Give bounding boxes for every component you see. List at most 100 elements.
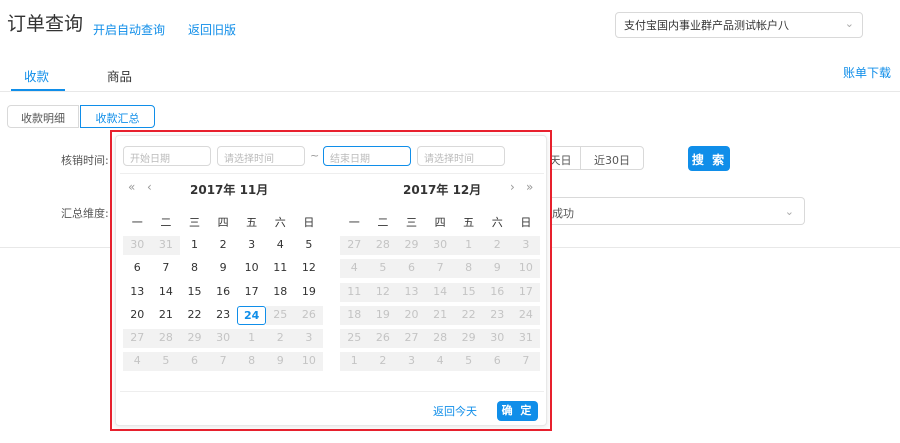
- calendar-day: 20: [397, 305, 426, 325]
- calendar-day[interactable]: 16: [209, 283, 238, 302]
- segment-collection-detail[interactable]: 收款明细: [7, 105, 79, 128]
- calendar-day: 5: [151, 352, 181, 372]
- start-time-input[interactable]: 请选择时间: [217, 146, 305, 166]
- prev-year-icon[interactable]: «: [128, 180, 135, 194]
- calendar-day[interactable]: 19: [295, 283, 324, 302]
- prev-month-icon[interactable]: ‹: [147, 180, 152, 194]
- calendar-day[interactable]: 5: [295, 236, 324, 255]
- calendar-day[interactable]: 12: [295, 259, 324, 278]
- page-title: 订单查询: [7, 13, 84, 35]
- calendar-day: 2: [482, 236, 512, 256]
- calendar-day: 1: [454, 236, 483, 256]
- weekday-header: 一: [348, 216, 360, 229]
- calendar-day[interactable]: 7: [152, 259, 181, 278]
- calendar-day: 16: [482, 282, 512, 302]
- summary-dim-value: 成功: [552, 207, 574, 220]
- calendar-day[interactable]: 13: [123, 283, 152, 302]
- tab-goods[interactable]: 商品: [107, 66, 132, 85]
- calendar-day: 23: [482, 305, 512, 325]
- calendar-day: 22: [454, 305, 483, 325]
- calendar-day: 8: [237, 352, 266, 372]
- calendar-day[interactable]: 18: [266, 283, 295, 302]
- picker-footer-divider: [120, 391, 544, 392]
- end-time-input[interactable]: 请选择时间: [417, 146, 505, 166]
- end-date-input[interactable]: 结束日期: [323, 146, 411, 166]
- calendar-day[interactable]: 6: [123, 259, 152, 278]
- back-to-today-link[interactable]: 返回今天: [433, 403, 477, 419]
- start-date-input[interactable]: 开始日期: [123, 146, 211, 166]
- weekday-header: 四: [434, 216, 446, 229]
- calendar-day[interactable]: 9: [209, 259, 238, 278]
- date-range-picker: 开始日期 请选择时间 ~ 结束日期 请选择时间 « ‹ 2017年 11月 20…: [115, 135, 547, 426]
- calendar-day: 28: [151, 328, 181, 348]
- next-year-icon[interactable]: »: [526, 180, 533, 194]
- calendar-day: 28: [425, 328, 455, 348]
- weekday-header: 五: [246, 216, 258, 229]
- calendar-day: 4: [340, 259, 369, 279]
- account-select[interactable]: 支付宝国内事业群产品测试帐户八 ⌄: [615, 12, 863, 38]
- bill-download-link[interactable]: 账单下载: [843, 64, 891, 81]
- old-version-link[interactable]: 返回旧版: [188, 21, 236, 38]
- calendar-day: 2: [368, 352, 398, 372]
- right-month-title[interactable]: 2017年 12月: [403, 181, 481, 198]
- right-month-grid: 一二三四五六日 27 28 29 30 1 2 3 4 5 6 7 8 9 10 11 12 13 14 15 16 17…: [340, 211, 541, 373]
- calendar-day: 13: [397, 282, 426, 302]
- weekday-header: 三: [405, 216, 417, 229]
- calendar-day: 30: [425, 236, 455, 256]
- calendar-day: 25: [265, 305, 295, 325]
- calendar-day[interactable]: 14: [152, 283, 181, 302]
- calendar-day: 26: [294, 305, 324, 325]
- search-button[interactable]: 搜 索: [688, 146, 730, 171]
- verify-time-label: 核销时间:: [61, 154, 109, 167]
- calendar-day: 4: [425, 352, 455, 372]
- calendar-day: 4: [123, 352, 152, 372]
- calendar-day[interactable]: 17: [237, 283, 266, 302]
- calendar-day[interactable]: 8: [180, 259, 209, 278]
- calendar-day: 15: [454, 282, 483, 302]
- calendar-day: 25: [340, 328, 369, 348]
- calendar-day: 6: [180, 352, 209, 372]
- picker-header-divider: [120, 173, 544, 174]
- calendar-day[interactable]: 2: [209, 236, 238, 255]
- calendar-day: 6: [482, 352, 512, 372]
- calendar-day[interactable]: 4: [266, 236, 295, 255]
- calendar-day[interactable]: 21: [152, 306, 181, 325]
- summary-dim-select[interactable]: 成功 ⌄: [546, 197, 805, 225]
- auto-query-link[interactable]: 开启自动查询: [93, 21, 165, 38]
- weekday-header: 六: [491, 216, 503, 229]
- calendar-day[interactable]: 20: [123, 306, 152, 325]
- next-month-icon[interactable]: ›: [510, 180, 515, 194]
- left-month-grid: 一二三四五六日 30 31 1 2 3 4 5 6 7 8 9 10 11 12 13 14 15 16 17 18 19…: [123, 211, 324, 373]
- weekday-header: 二: [377, 216, 389, 229]
- calendar-day[interactable]: 22: [180, 306, 209, 325]
- quick-30-days-button[interactable]: 近30日: [580, 146, 644, 170]
- calendar-day: 6: [397, 259, 426, 279]
- calendar-day: 2: [265, 328, 295, 348]
- calendar-day[interactable]: 3: [237, 236, 266, 255]
- tab-collection[interactable]: 收款: [24, 66, 49, 85]
- calendar-day: 19: [368, 305, 398, 325]
- tabs-divider: [0, 91, 900, 92]
- segment-collection-summary[interactable]: 收款汇总: [80, 105, 155, 128]
- calendar-day[interactable]: 1: [180, 236, 209, 255]
- calendar-day: 26: [368, 328, 398, 348]
- weekday-header: 二: [160, 216, 172, 229]
- calendar-day: 21: [425, 305, 455, 325]
- account-select-value: 支付宝国内事业群产品测试帐户八: [624, 19, 789, 32]
- summary-dim-label: 汇总维度:: [61, 207, 109, 220]
- chevron-down-icon: ⌄: [784, 205, 794, 218]
- weekday-header: 日: [520, 216, 532, 229]
- left-month-title[interactable]: 2017年 11月: [190, 181, 268, 198]
- calendar-day: 27: [123, 328, 152, 348]
- calendar-day[interactable]: 10: [237, 259, 266, 278]
- calendar-day[interactable]: 15: [180, 283, 209, 302]
- date-range-picker-highlight: 开始日期 请选择时间 ~ 结束日期 请选择时间 « ‹ 2017年 11月 20…: [110, 130, 552, 431]
- confirm-button[interactable]: 确 定: [497, 401, 538, 421]
- calendar-day: 7: [425, 259, 455, 279]
- calendar-day: 28: [368, 236, 398, 256]
- weekday-header: 四: [217, 216, 229, 229]
- calendar-day[interactable]: 23: [209, 306, 238, 325]
- calendar-day[interactable]: 11: [266, 259, 295, 278]
- calendar-day: 30: [123, 236, 152, 256]
- calendar-day-today[interactable]: 24: [237, 305, 266, 325]
